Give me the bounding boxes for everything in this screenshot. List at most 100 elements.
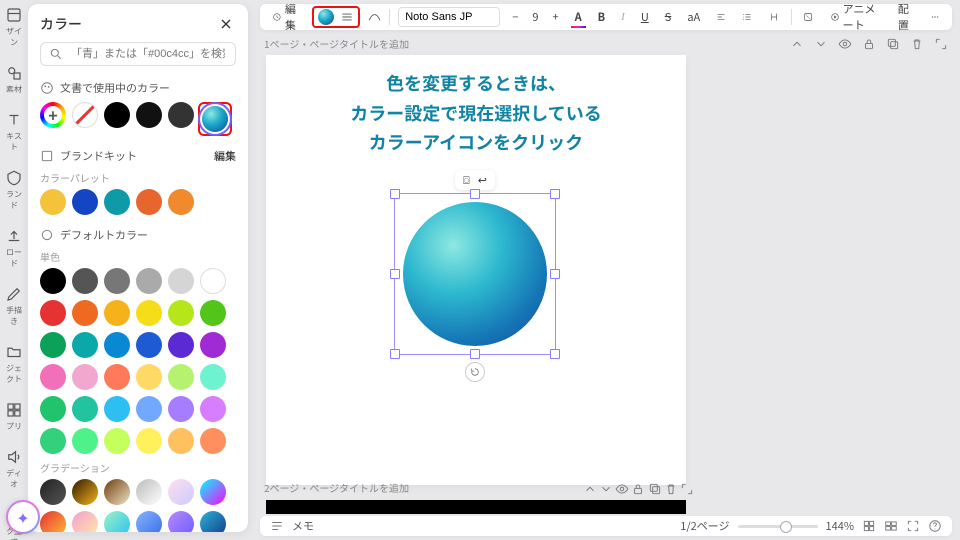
color-swatch[interactable]	[200, 396, 226, 422]
color-swatch[interactable]	[200, 268, 226, 294]
position-button[interactable]: 配置	[894, 0, 918, 35]
rail-item-folder[interactable]: ジェクト	[3, 343, 25, 385]
expand-icon[interactable]	[680, 482, 694, 496]
add-color-button[interactable]	[40, 102, 66, 128]
rotate-handle[interactable]	[465, 362, 485, 382]
close-icon[interactable]	[216, 14, 236, 34]
gradient-swatch[interactable]	[200, 511, 226, 532]
color-swatch[interactable]	[104, 364, 130, 390]
color-swatch[interactable]	[104, 396, 130, 422]
delete-icon[interactable]	[910, 37, 924, 51]
color-swatch[interactable]	[104, 189, 130, 215]
color-swatch[interactable]	[136, 268, 162, 294]
color-swatch[interactable]	[72, 300, 98, 326]
color-swatch[interactable]	[104, 332, 130, 358]
spacing-button[interactable]	[765, 8, 783, 26]
color-swatch[interactable]	[40, 396, 66, 422]
gradient-swatch[interactable]	[72, 479, 98, 505]
help-icon[interactable]	[928, 519, 942, 533]
color-swatch[interactable]	[136, 189, 162, 215]
strikethrough-button[interactable]: S	[661, 7, 676, 27]
floating-mini-toolbar[interactable]: ⌼↩	[455, 170, 495, 190]
page-1[interactable]: 色を変更するときは、 カラー設定で現在選択している カラーアイコンをクリック ⌼…	[266, 55, 686, 485]
color-swatch[interactable]	[136, 364, 162, 390]
brand-edit-link[interactable]: 編集	[214, 148, 236, 164]
align-button[interactable]	[712, 8, 730, 26]
visibility-icon[interactable]	[615, 482, 629, 496]
border-style-button[interactable]	[340, 10, 354, 24]
collapse-up-icon[interactable]	[790, 37, 804, 51]
color-swatch[interactable]	[200, 332, 226, 358]
color-swatch[interactable]	[40, 268, 66, 294]
color-swatch[interactable]	[40, 332, 66, 358]
lock-icon[interactable]	[631, 482, 645, 496]
no-color-swatch[interactable]	[72, 102, 98, 128]
color-swatch[interactable]	[104, 268, 130, 294]
color-swatch[interactable]	[72, 268, 98, 294]
transparency-button[interactable]	[799, 8, 817, 26]
duplicate-icon[interactable]	[648, 482, 662, 496]
delete-icon[interactable]	[664, 482, 678, 496]
resize-handle[interactable]	[470, 349, 480, 359]
italic-button[interactable]: I	[617, 9, 629, 25]
page2-title[interactable]: 2ページ・ページタイトルを追加	[264, 480, 409, 495]
fullscreen-icon[interactable]	[906, 519, 920, 533]
color-swatch[interactable]	[168, 428, 194, 454]
selection-box[interactable]: ⌼↩	[394, 193, 556, 355]
gradient-swatch[interactable]	[72, 511, 98, 532]
gradient-circle-shape[interactable]	[403, 202, 547, 346]
collapse-down-icon[interactable]	[814, 37, 828, 51]
current-color-swatch[interactable]	[202, 106, 228, 132]
color-swatch[interactable]	[200, 364, 226, 390]
collapse-down-icon[interactable]	[599, 482, 613, 496]
color-swatch[interactable]	[104, 102, 130, 128]
notes-icon[interactable]	[270, 519, 284, 533]
memo-button[interactable]: メモ	[292, 518, 314, 534]
gradient-swatch[interactable]	[104, 511, 130, 532]
lock-icon[interactable]	[862, 37, 876, 51]
expand-icon[interactable]	[934, 37, 948, 51]
gradient-swatch[interactable]	[168, 479, 194, 505]
page1-title[interactable]: 1ページ・ページタイトルを追加	[264, 36, 409, 51]
color-swatch[interactable]	[200, 428, 226, 454]
fill-color-button[interactable]	[318, 9, 334, 25]
color-swatch[interactable]	[168, 102, 194, 128]
animate-button[interactable]: アニメート	[826, 0, 886, 35]
rail-item-brand[interactable]: ランド	[3, 169, 25, 211]
bold-button[interactable]: B	[594, 7, 610, 27]
collapse-up-icon[interactable]	[583, 482, 597, 496]
gradient-swatch[interactable]	[104, 479, 130, 505]
color-swatch[interactable]	[168, 332, 194, 358]
rail-item-audio[interactable]: ディオ	[3, 448, 25, 490]
rail-item-layout[interactable]: ザイン	[3, 6, 25, 48]
color-swatch[interactable]	[136, 102, 162, 128]
rail-item-grid[interactable]: プリ	[3, 401, 25, 432]
gradient-swatch[interactable]	[136, 479, 162, 505]
font-family-input[interactable]	[398, 7, 500, 27]
rail-item-upload[interactable]: ロード	[3, 227, 25, 269]
rail-item-pencil[interactable]: 手描き	[3, 285, 25, 327]
color-swatch[interactable]	[104, 428, 130, 454]
resize-handle[interactable]	[390, 189, 400, 199]
gradient-swatch[interactable]	[136, 511, 162, 532]
gradient-swatch[interactable]	[40, 479, 66, 505]
more-icon[interactable]	[926, 8, 944, 26]
color-swatch[interactable]	[136, 332, 162, 358]
color-swatch[interactable]	[40, 300, 66, 326]
color-swatch[interactable]	[72, 396, 98, 422]
color-swatch[interactable]	[72, 428, 98, 454]
grid-view-icon[interactable]	[862, 519, 876, 533]
color-swatch[interactable]	[72, 332, 98, 358]
thumbnail-view-icon[interactable]	[884, 519, 898, 533]
rail-item-text[interactable]: キスト	[3, 111, 25, 153]
resize-handle[interactable]	[550, 189, 560, 199]
resize-handle[interactable]	[470, 189, 480, 199]
color-swatch[interactable]	[168, 300, 194, 326]
color-swatch[interactable]	[168, 396, 194, 422]
gradient-swatch[interactable]	[168, 511, 194, 532]
color-swatch[interactable]	[168, 364, 194, 390]
underline-button[interactable]: U	[637, 7, 653, 27]
list-button[interactable]	[738, 8, 756, 26]
color-search-input[interactable]	[69, 47, 227, 61]
text-color-button[interactable]: A	[571, 7, 586, 27]
